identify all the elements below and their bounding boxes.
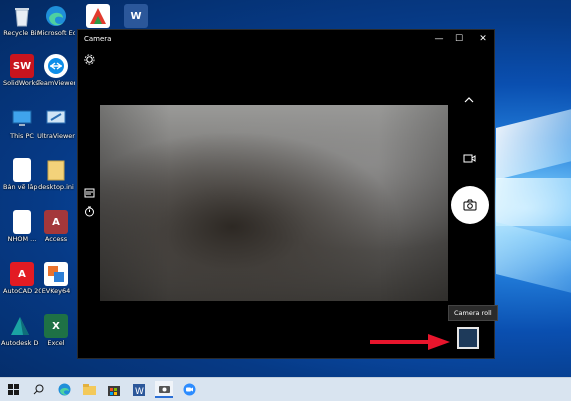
app-icon-1: [86, 4, 110, 28]
camera-app-icon[interactable]: [155, 381, 173, 398]
video-mode-icon[interactable]: [463, 154, 476, 166]
autodesk-app-icon: [8, 314, 32, 338]
desktop-icon-solidworks[interactable]: SW SolidWorks 2020: [3, 54, 41, 87]
settings-icon[interactable]: [84, 54, 95, 68]
camera-roll-button[interactable]: [457, 327, 479, 349]
desktop-icon-this-pc[interactable]: This PC: [3, 107, 41, 140]
desktop-icon-excel[interactable]: X Excel: [37, 314, 75, 347]
wallpaper-beam: [496, 178, 571, 226]
ultraviewer-icon: [44, 107, 68, 131]
edge-icon[interactable]: [55, 381, 73, 398]
zoom-icon[interactable]: [180, 381, 198, 398]
desktop-icon-document[interactable]: NHÓM ...: [3, 210, 41, 243]
autocad-icon: A: [10, 262, 34, 286]
desktop-icon-folder[interactable]: desktop.ini: [37, 158, 75, 191]
desktop-icon-app[interactable]: [79, 4, 117, 30]
desktop-icon-autocad[interactable]: A AutoCAD 2020 - T...: [3, 262, 41, 295]
window-title: Camera: [84, 35, 112, 43]
timer-icon[interactable]: [84, 206, 95, 220]
red-arrow-annotation: [370, 332, 452, 356]
word-icon: W: [124, 4, 148, 28]
camera-window[interactable]: Camera — ☐ ✕ Camera roll: [77, 29, 498, 359]
search-icon[interactable]: [29, 381, 47, 398]
desktop-icon-autodesk-app[interactable]: Autodesk Desktop App: [1, 314, 39, 347]
start-icon[interactable]: [4, 381, 22, 398]
desktop-icon-recycle-bin[interactable]: Recycle Bin: [3, 4, 41, 37]
take-photo-button[interactable]: [451, 186, 489, 224]
evkey-icon: [44, 262, 68, 286]
store-icon[interactable]: [105, 381, 123, 398]
desktop-icon-word[interactable]: W: [117, 4, 155, 30]
desktop-icon-evkey[interactable]: EVKey64: [37, 262, 75, 295]
wallpaper-beam: [496, 108, 571, 180]
desktop-icon-edge[interactable]: Microsoft Edge: [37, 4, 75, 37]
desktop-icon-teamviewer[interactable]: TeamViewer: [37, 54, 75, 87]
this-pc-icon: [10, 107, 34, 131]
tooltip-camera-roll: Camera roll: [448, 305, 498, 321]
photo-mode-icon[interactable]: [84, 188, 95, 201]
word-icon[interactable]: W: [130, 381, 148, 398]
document-icon: [13, 210, 31, 234]
close-button[interactable]: ✕: [472, 32, 494, 46]
desktop-icon-ultraviewer[interactable]: UltraViewer: [37, 107, 75, 140]
excel-icon: X: [44, 314, 68, 338]
wallpaper-beam: [496, 222, 571, 294]
maximize-button[interactable]: ☐: [448, 32, 470, 46]
edge-icon: [44, 4, 68, 28]
solidworks-icon: SW: [10, 54, 34, 78]
taskbar: W: [0, 377, 571, 401]
minimize-button[interactable]: —: [428, 32, 450, 46]
recycle-bin-icon: [10, 4, 34, 28]
teamviewer-icon: [44, 54, 68, 78]
desktop-icon-document[interactable]: Bản vẽ lắp ...: [3, 158, 41, 191]
desktop-icon-access[interactable]: A Access: [37, 210, 75, 243]
svg-text:W: W: [135, 387, 144, 396]
chevron-up-icon[interactable]: [464, 96, 474, 106]
file-explorer-icon[interactable]: [80, 381, 98, 398]
access-icon: A: [44, 210, 68, 234]
camera-icon: [463, 196, 477, 215]
folder-icon: [44, 158, 68, 182]
document-icon: [13, 158, 31, 182]
camera-preview: [100, 105, 448, 301]
